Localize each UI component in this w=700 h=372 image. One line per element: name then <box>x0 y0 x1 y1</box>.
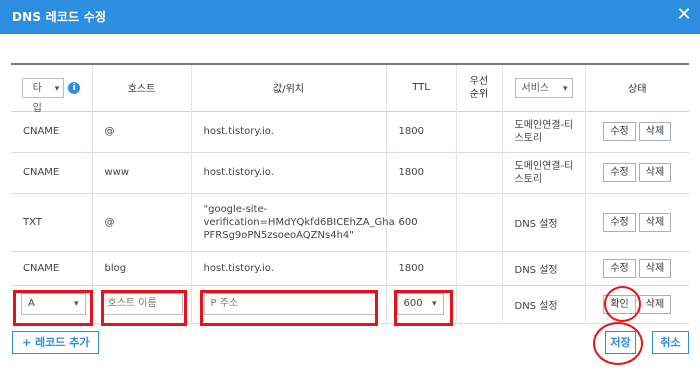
record-service: DNS 설정 <box>502 193 586 251</box>
record-ttl: 1800 <box>386 111 457 152</box>
record-host: @ <box>92 193 192 251</box>
save-button[interactable]: 저장 <box>605 331 636 354</box>
edit-button[interactable]: 수정 <box>603 163 636 182</box>
close-icon[interactable]: ✕ <box>674 4 694 26</box>
record-priority <box>456 193 503 251</box>
highlight-confirm-button <box>604 286 641 322</box>
record-value: host.tistory.io. <box>191 152 387 193</box>
dialog-titlebar: DNS 레코드 수정 ✕ <box>0 0 700 34</box>
record-host: @ <box>92 111 192 152</box>
info-icon[interactable]: i <box>68 81 81 94</box>
header-type: 타입 ▾ i <box>11 64 93 114</box>
type-filter-select[interactable]: 타입 ▾ <box>22 77 65 114</box>
highlight-type-select <box>13 290 93 326</box>
delete-button[interactable]: 삭제 <box>638 163 672 182</box>
table-row: CNAME @ host.tistory.io. 1800 도메인연결-티 스토… <box>11 111 689 152</box>
table-header-row: 타입 ▾ i 호스트 값/위치 TTL 우선 순위 서비스 ▾ 상태 <box>11 64 689 114</box>
delete-button[interactable]: 삭제 <box>638 122 672 141</box>
record-priority <box>456 152 503 193</box>
record-actions: 수정 삭제 <box>585 111 689 152</box>
record-ttl: 1800 <box>386 251 457 285</box>
record-host: blog <box>92 251 192 285</box>
record-host: www <box>92 152 192 193</box>
type-filter-label: 타입 <box>32 82 42 114</box>
header-host: 호스트 <box>92 64 192 111</box>
record-priority <box>456 111 503 152</box>
cancel-button[interactable]: 취소 <box>652 331 689 354</box>
highlight-ttl-select <box>394 290 453 326</box>
record-type: CNAME <box>11 152 93 193</box>
header-status: 상태 <box>628 84 647 96</box>
service-filter-label: 서비스 <box>521 82 550 94</box>
chevron-down-icon: ▾ <box>562 83 568 94</box>
header-value: 값/위치 <box>191 64 387 111</box>
delete-button[interactable]: 삭제 <box>638 294 672 314</box>
highlight-ip-input <box>200 290 378 326</box>
delete-button[interactable]: 삭제 <box>638 212 672 232</box>
dns-record-table: 타입 ▾ i 호스트 값/위치 TTL 우선 순위 서비스 ▾ 상태 CNAME… <box>11 63 689 324</box>
record-actions: 수정 삭제 <box>585 152 689 193</box>
table-row: CNAME blog host.tistory.io. 1800 DNS 설정 … <box>11 251 689 285</box>
record-type: CNAME <box>11 111 93 152</box>
record-service: 도메인연결-티 스토리 <box>502 152 586 193</box>
record-priority <box>456 251 503 285</box>
new-priority-cell <box>456 285 503 323</box>
edit-button[interactable]: 수정 <box>603 122 636 141</box>
header-priority: 우선 순위 <box>456 64 503 111</box>
edit-button[interactable]: 수정 <box>603 258 636 278</box>
chevron-down-icon: ▾ <box>54 83 60 94</box>
header-service: 서비스 ▾ <box>502 64 586 111</box>
record-value: "google-site- verification=HMdYQkfd6BICE… <box>191 193 395 251</box>
delete-button[interactable]: 삭제 <box>638 258 672 278</box>
edit-button[interactable]: 수정 <box>603 212 636 232</box>
record-type: TXT <box>11 193 93 251</box>
record-service: 도메인연결-티 스토리 <box>502 111 586 152</box>
dialog-title: DNS 레코드 수정 <box>12 10 107 24</box>
service-filter-select[interactable]: 서비스 ▾ <box>514 77 573 98</box>
record-value: host.tistory.io. <box>191 251 387 285</box>
header-ttl: TTL <box>386 64 457 111</box>
record-actions: 수정 삭제 <box>585 193 689 251</box>
add-record-button[interactable]: + 레코드 추가 <box>12 331 100 354</box>
record-ttl: 1800 <box>386 152 457 193</box>
record-ttl: 600 <box>386 193 457 251</box>
record-type: CNAME <box>11 251 93 285</box>
table-row: CNAME www host.tistory.io. 1800 도메인연결-티 … <box>11 152 689 193</box>
record-actions: 수정 삭제 <box>585 251 689 285</box>
new-service-cell: DNS 설정 <box>502 285 586 323</box>
header-priority-label: 우선 순위 <box>469 75 489 100</box>
record-value: host.tistory.io. <box>191 111 387 152</box>
highlight-host-input <box>101 290 187 326</box>
record-service-label: 도메인연결-티 스토리 <box>514 160 574 185</box>
record-value-label: "google-site- verification=HMdYQkfd6BICE… <box>203 203 395 241</box>
record-service-label: 도메인연결-티 스토리 <box>514 119 574 144</box>
table-row: TXT @ "google-site- verification=HMdYQkf… <box>11 193 689 251</box>
record-service: DNS 설정 <box>502 251 586 285</box>
